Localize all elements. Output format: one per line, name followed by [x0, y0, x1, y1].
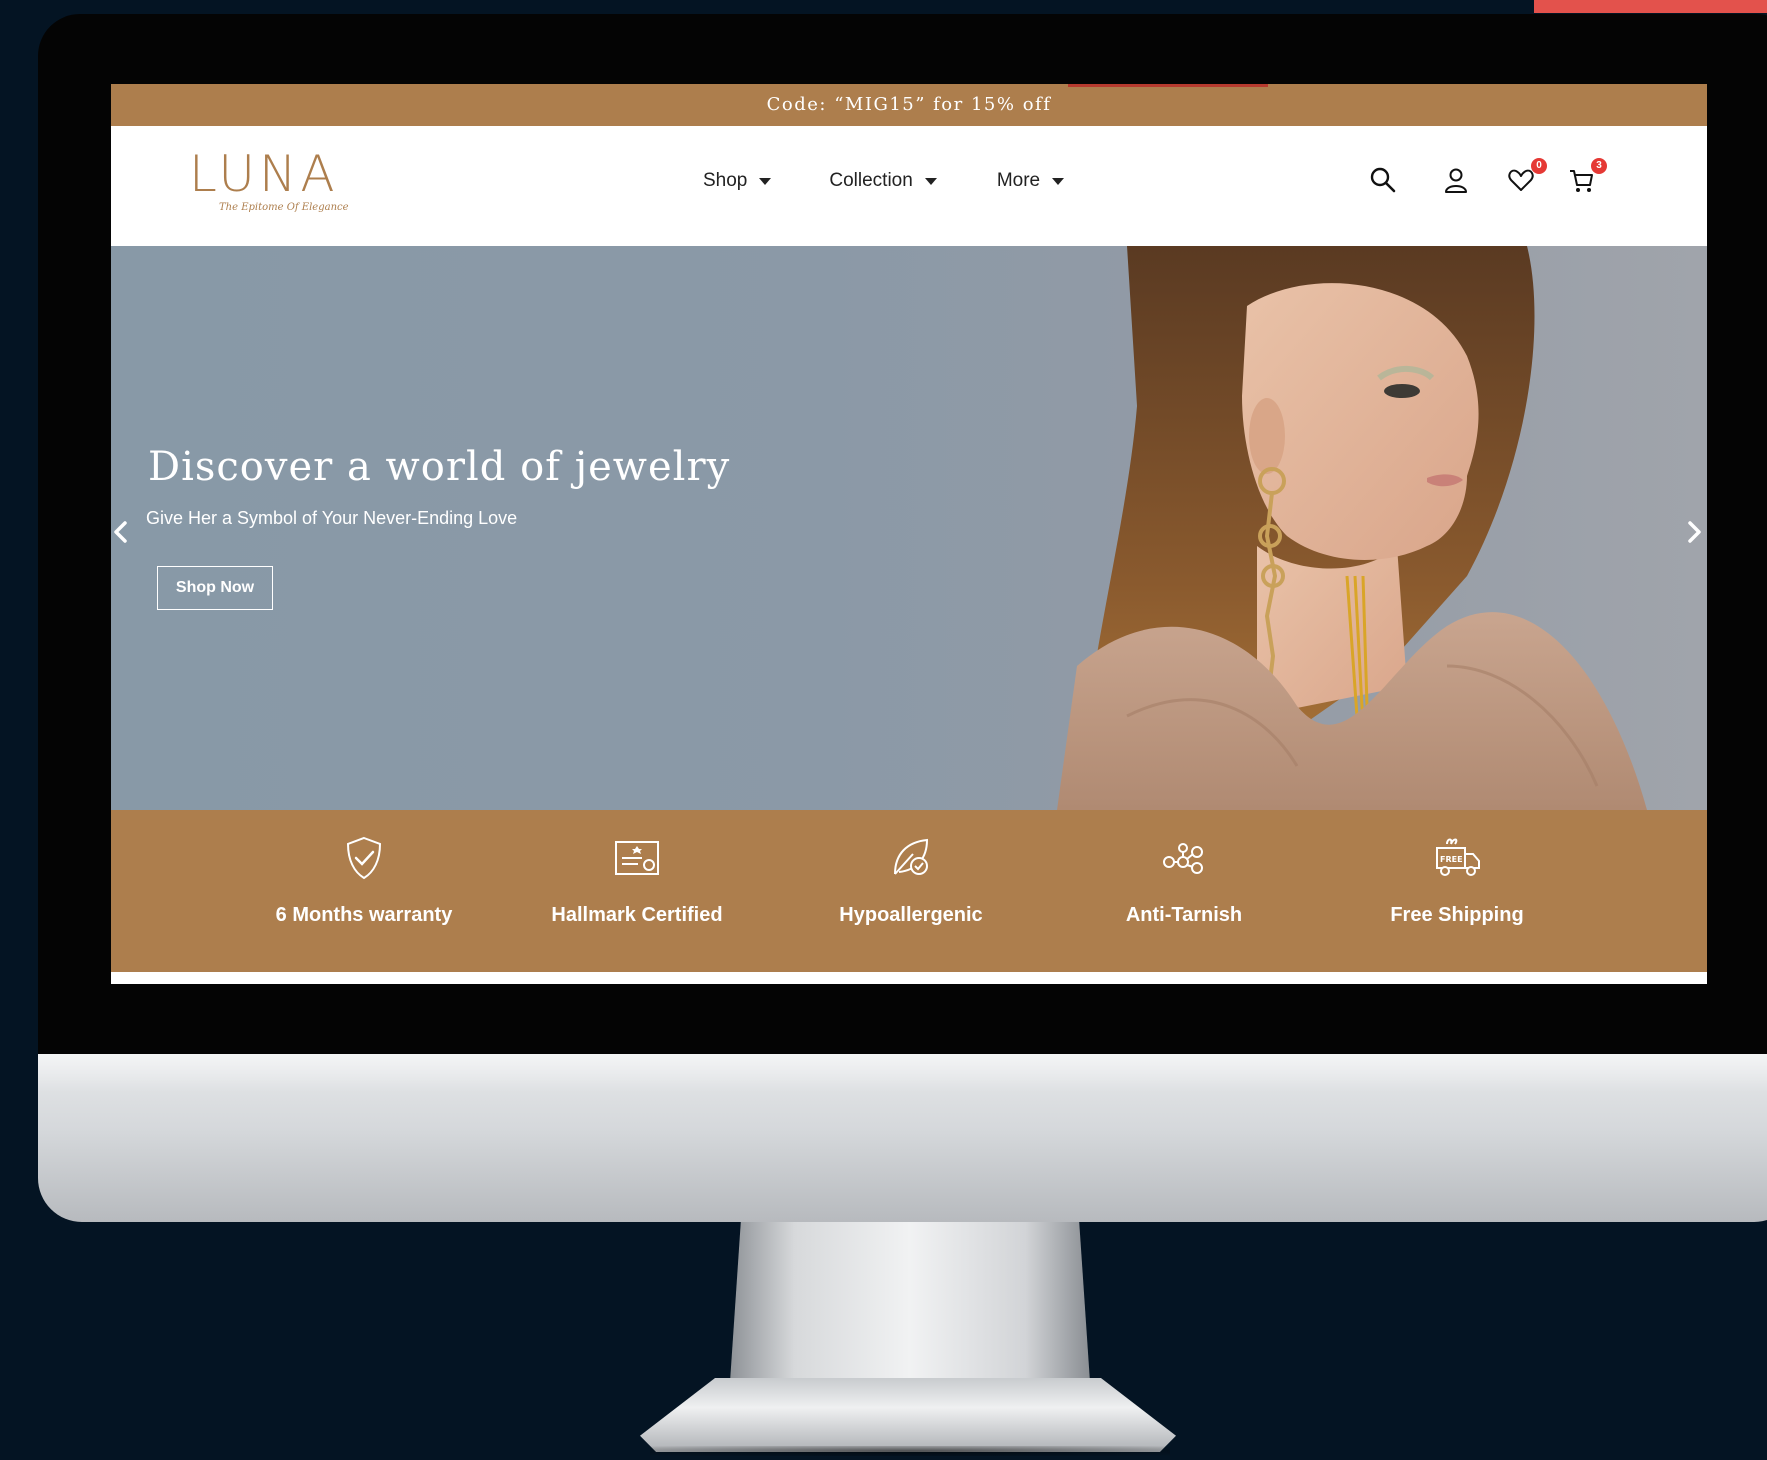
caret-down-icon — [1052, 177, 1065, 185]
site-header: LUNA The Epitome Of Elegance Shop Collec… — [111, 126, 1707, 246]
nav-shop-label: Shop — [703, 170, 748, 191]
cart-count-badge: 3 — [1591, 158, 1607, 174]
nav-more[interactable]: More — [996, 170, 1065, 192]
caret-down-icon — [759, 177, 772, 185]
feature-label: 6 Months warranty — [275, 904, 453, 926]
shop-now-button[interactable]: Shop Now — [157, 566, 273, 610]
leaf-check-icon — [894, 838, 929, 875]
certificate-icon — [615, 841, 659, 875]
feature-anti-tarnish: Anti-Tarnish — [1064, 834, 1304, 927]
brand-tagline: The Epitome Of Elegance — [219, 202, 349, 213]
features-bar: 6 Months warranty Hallmark Certified Hyp… — [111, 810, 1707, 972]
feature-warranty: 6 Months warranty — [244, 834, 484, 927]
nav-shop[interactable]: Shop — [703, 170, 772, 192]
brand-name: LUNA — [189, 145, 339, 203]
corner-accent — [1534, 0, 1767, 13]
feature-free-shipping: FREE Free Shipping — [1337, 834, 1577, 927]
monitor-stand-foot — [640, 1378, 1176, 1452]
nav-collection-label: Collection — [829, 170, 913, 191]
feature-label: Anti-Tarnish — [1125, 904, 1243, 926]
account-icon[interactable] — [1442, 166, 1472, 196]
shield-check-icon — [346, 836, 382, 880]
heart-icon — [1508, 169, 1534, 191]
search-icon[interactable] — [1369, 166, 1399, 196]
website-screen: Code: “MIG15” for 15% off LUNA The Epito… — [111, 84, 1707, 984]
nav-collection[interactable]: Collection — [829, 170, 937, 192]
header-actions: 0 3 — [1369, 158, 1609, 200]
slider-next-button[interactable] — [1681, 516, 1707, 548]
promo-bar: Code: “MIG15” for 15% off — [111, 84, 1707, 126]
hero-title: Discover a world of jewelry — [148, 444, 731, 490]
slider-prev-button[interactable] — [111, 516, 134, 548]
molecule-icon — [1163, 843, 1203, 874]
monitor-stand-neck — [730, 1222, 1090, 1382]
feature-hallmark: Hallmark Certified — [517, 834, 757, 927]
feature-label: Hallmark Certified — [551, 904, 723, 926]
cart-button[interactable]: 3 — [1567, 158, 1607, 196]
nav-more-label: More — [996, 170, 1041, 191]
wishlist-button[interactable]: 0 — [1507, 158, 1547, 196]
feature-hypoallergenic: Hypoallergenic — [791, 834, 1031, 927]
model-photo — [1057, 246, 1647, 810]
promo-text: Code: “MIG15” for 15% off — [766, 94, 1052, 115]
brand-logo[interactable]: LUNA The Epitome Of Elegance — [189, 148, 359, 213]
feature-label: Hypoallergenic — [839, 904, 983, 926]
svg-text:FREE: FREE — [1440, 855, 1463, 864]
monitor-chin — [38, 1054, 1767, 1222]
hero-slider: Discover a world of jewelry Give Her a S… — [111, 246, 1707, 810]
stand-shadow — [650, 1446, 1170, 1456]
chevron-left-icon — [114, 521, 127, 543]
main-nav: Shop Collection More — [703, 170, 1065, 192]
promo-accent-line — [1068, 84, 1268, 87]
feature-label: Free Shipping — [1390, 904, 1524, 926]
cart-icon — [1570, 170, 1593, 192]
free-truck-icon: FREE — [1436, 838, 1480, 876]
chevron-right-icon — [1688, 521, 1701, 543]
wishlist-count-badge: 0 — [1531, 158, 1547, 174]
caret-down-icon — [924, 177, 937, 185]
hero-subtitle: Give Her a Symbol of Your Never-Ending L… — [146, 508, 518, 528]
